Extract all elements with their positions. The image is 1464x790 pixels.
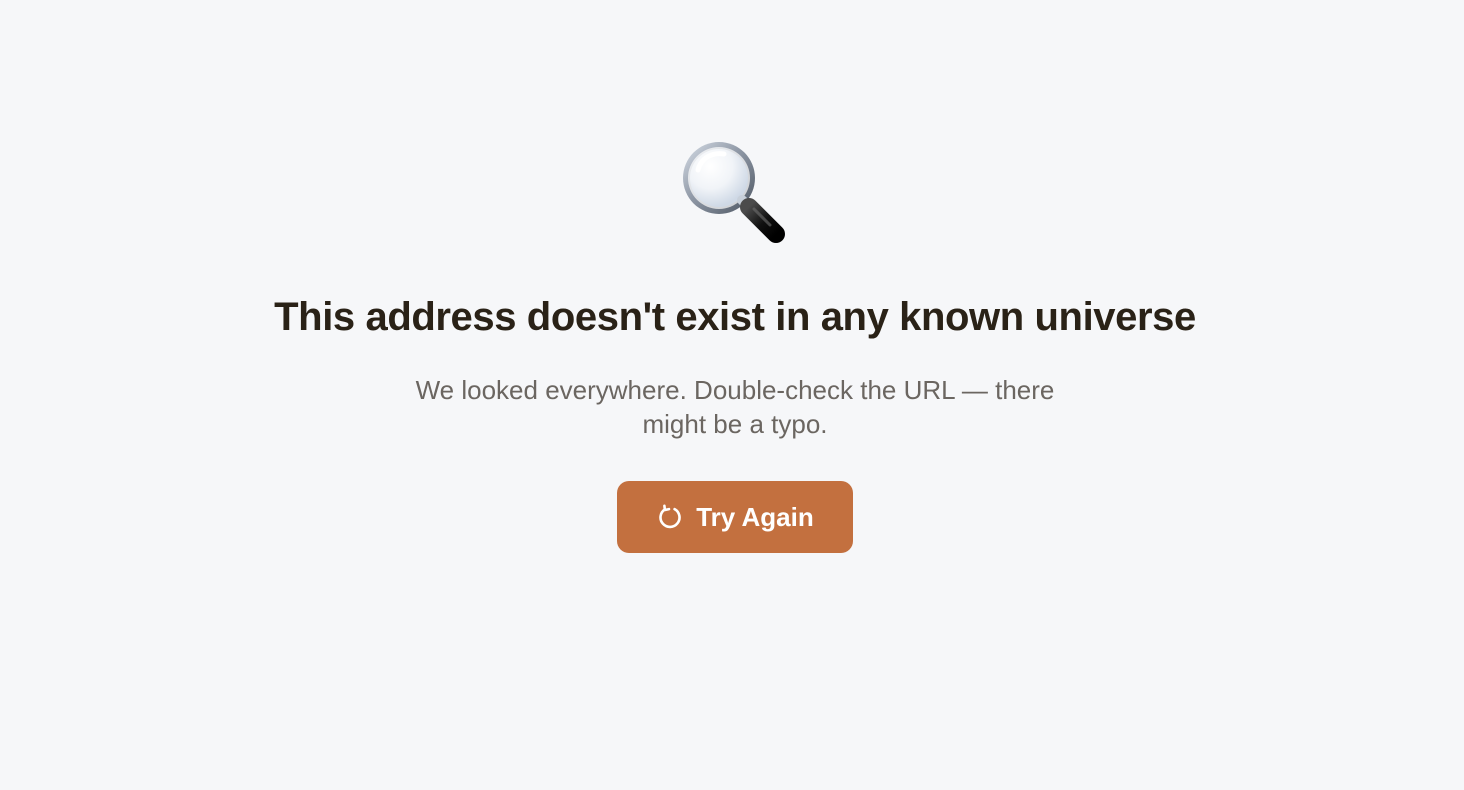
error-message: We looked everywhere. Double-check the U… bbox=[368, 373, 1102, 441]
magnifying-glass-icon bbox=[672, 136, 796, 254]
refresh-icon bbox=[656, 503, 684, 531]
error-message-line-2: might be a typo. bbox=[642, 409, 828, 439]
try-again-label: Try Again bbox=[696, 501, 814, 532]
error-page: This address doesn't exist in any known … bbox=[0, 0, 1464, 790]
error-message-line-1: We looked everywhere. Double-check the U… bbox=[415, 375, 1055, 405]
page-title: This address doesn't exist in any known … bbox=[274, 295, 1196, 339]
try-again-button[interactable]: Try Again bbox=[617, 481, 853, 553]
